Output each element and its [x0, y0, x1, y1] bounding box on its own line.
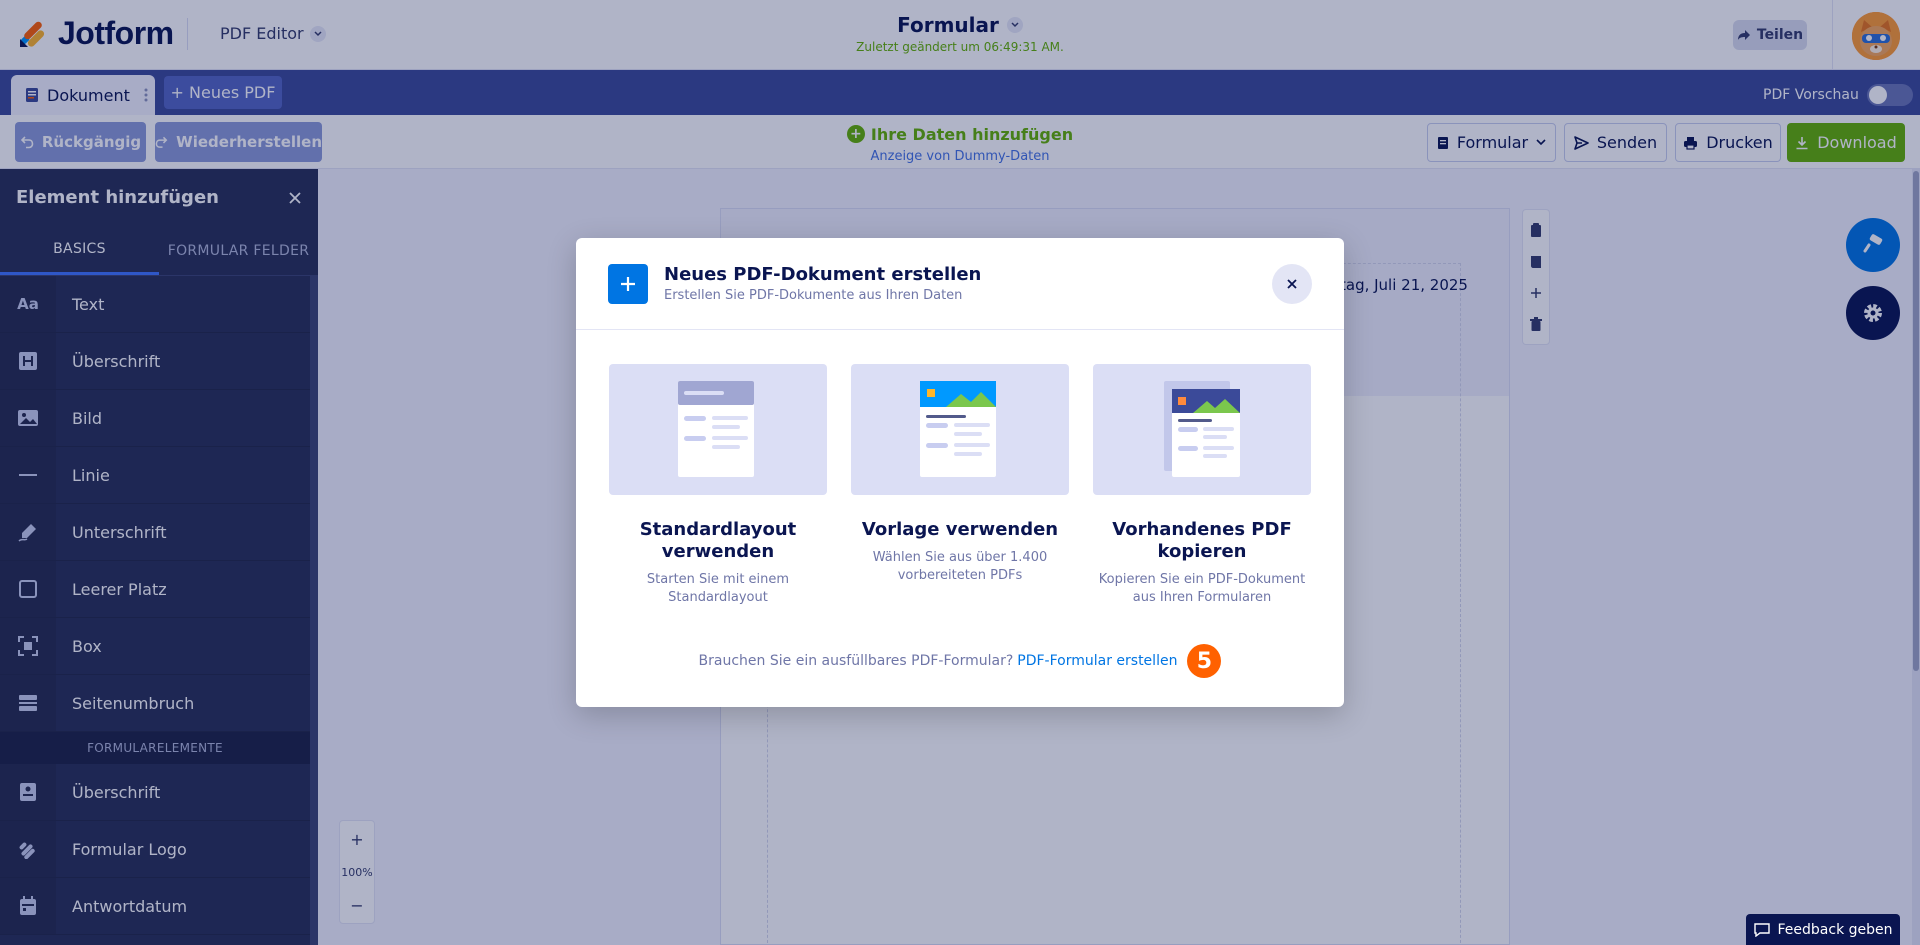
- card-copy-existing-pdf[interactable]: Vorhandenes PDF kopieren Kopieren Sie ei…: [1093, 364, 1311, 607]
- feedback-button[interactable]: Feedback geben: [1746, 914, 1900, 945]
- feedback-icon: [1753, 922, 1770, 937]
- card-description: Kopieren Sie ein PDF-Dokument aus Ihren …: [1098, 572, 1306, 605]
- card-use-template[interactable]: Vorlage verwenden Wählen Sie aus über 1.…: [851, 364, 1069, 585]
- feedback-label: Feedback geben: [1777, 921, 1893, 938]
- copy-pdf-illustration: [1093, 364, 1311, 495]
- card-title: Vorhandenes PDF kopieren: [1112, 519, 1292, 562]
- modal-header: Neues PDF-Dokument erstellen Erstellen S…: [576, 238, 1344, 330]
- card-title: Standardlayout verwenden: [639, 519, 797, 562]
- card-standard-layout[interactable]: Standardlayout verwenden Starten Sie mit…: [609, 364, 827, 607]
- step-badge: 5: [1187, 644, 1222, 678]
- new-pdf-modal: Neues PDF-Dokument erstellen Erstellen S…: [576, 238, 1344, 707]
- modal-title: Neues PDF-Dokument erstellen: [664, 264, 982, 285]
- template-illustration: [851, 364, 1069, 495]
- card-description: Starten Sie mit einem Standardlayout: [646, 572, 790, 605]
- modal-subtitle: Erstellen Sie PDF-Dokumente aus Ihren Da…: [664, 288, 963, 303]
- footer-text: Brauchen Sie ein ausfüllbares PDF-Formul…: [698, 653, 1014, 669]
- card-description: Wählen Sie aus über 1.400 vorbereiteten …: [872, 550, 1048, 583]
- plus-icon: [608, 264, 648, 304]
- create-fillable-pdf-link[interactable]: PDF-Formular erstellen: [1017, 653, 1177, 669]
- close-icon: [1287, 279, 1297, 289]
- card-title: Vorlage verwenden: [861, 519, 1059, 540]
- standard-layout-illustration: [609, 364, 827, 495]
- modal-footer: Brauchen Sie ein ausfüllbares PDF-Formul…: [576, 644, 1344, 678]
- modal-close-button[interactable]: [1272, 264, 1312, 304]
